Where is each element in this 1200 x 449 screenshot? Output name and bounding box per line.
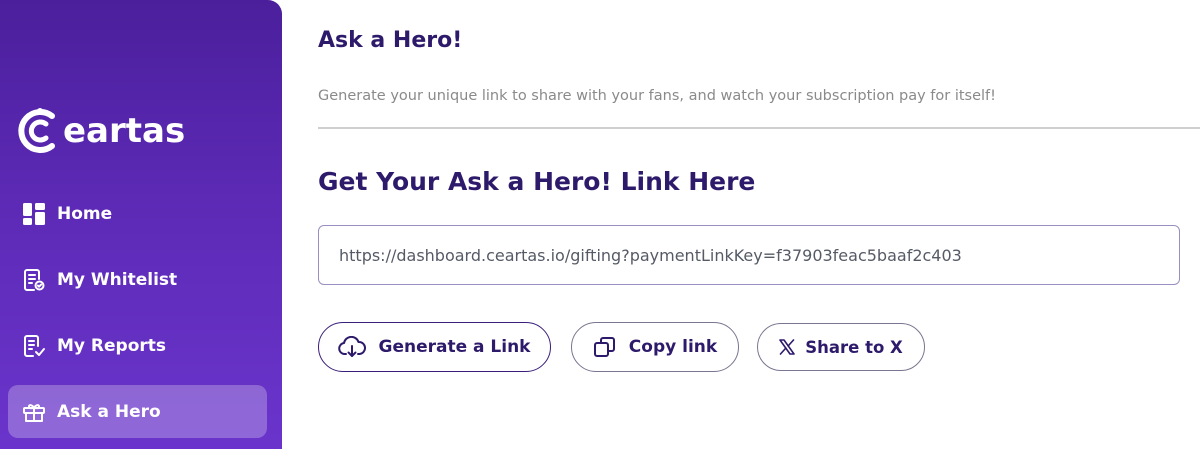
app-window: eartas Home My Whitelist My Reports Ask … xyxy=(0,0,1200,449)
copy-icon xyxy=(593,335,617,359)
generate-link-label: Generate a Link xyxy=(378,337,531,357)
copy-link-button[interactable]: Copy link xyxy=(571,322,739,372)
page-subtitle: Generate your unique link to share with … xyxy=(318,88,996,104)
sidebar-item-label: Home xyxy=(57,203,113,224)
gift-icon xyxy=(21,399,47,425)
share-to-x-button[interactable]: Share to X xyxy=(757,323,925,371)
copy-link-label: Copy link xyxy=(628,337,718,357)
divider xyxy=(318,127,1200,129)
main-content: Ask a Hero! Generate your unique link to… xyxy=(282,0,1200,449)
sidebar-item-label: My Reports xyxy=(57,335,167,356)
page-title: Ask a Hero! xyxy=(318,28,463,53)
sidebar-item-my-reports[interactable]: My Reports xyxy=(8,319,267,372)
dashboard-grid-icon xyxy=(21,201,47,227)
sidebar-item-home[interactable]: Home xyxy=(8,187,267,240)
logo-text: eartas xyxy=(63,111,186,151)
x-logo-icon xyxy=(779,339,796,355)
ceartas-logo-mark-icon xyxy=(18,108,55,153)
sidebar-item-my-whitelist[interactable]: My Whitelist xyxy=(8,253,267,306)
sidebar-item-label: Ask a Hero xyxy=(57,401,161,422)
payment-link-field[interactable] xyxy=(318,225,1180,285)
document-check-icon xyxy=(21,267,47,293)
generate-link-button[interactable]: Generate a Link xyxy=(318,322,551,372)
report-checkmark-icon xyxy=(21,333,47,359)
share-to-x-label: Share to X xyxy=(805,337,903,357)
cloud-download-icon xyxy=(338,336,367,358)
section-title: Get Your Ask a Hero! Link Here xyxy=(318,167,756,196)
ceartas-logo[interactable]: eartas xyxy=(18,106,185,156)
sidebar: eartas Home My Whitelist My Reports Ask … xyxy=(0,0,282,449)
sidebar-item-ask-a-hero[interactable]: Ask a Hero xyxy=(8,385,267,438)
sidebar-item-label: My Whitelist xyxy=(57,269,178,290)
